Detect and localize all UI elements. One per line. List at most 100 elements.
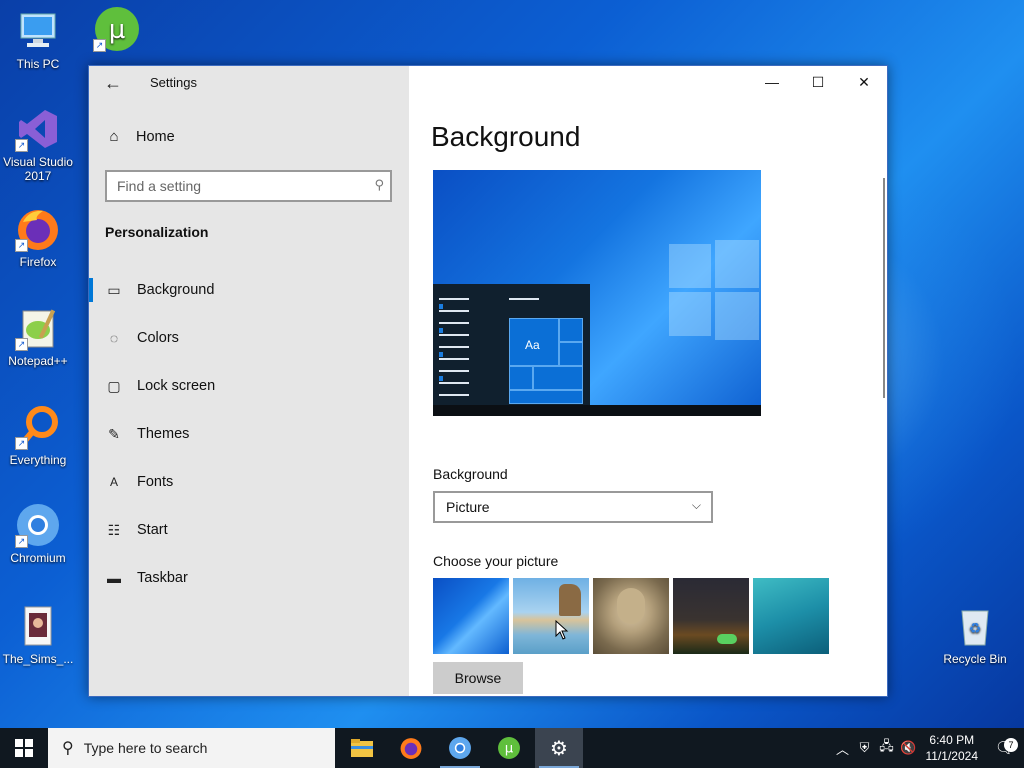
thumbnail-windows-blue[interactable] [433,578,509,654]
desktop-icon-visual-studio[interactable]: ↗ Visual Studio 2017 [0,106,76,183]
desktop-icon-chromium[interactable]: ↗ Chromium [0,502,76,565]
windows-start-icon [15,739,33,757]
content-scrollbar[interactable] [883,178,885,398]
clock-time: 6:40 PM [929,733,975,747]
chromium-icon: ↗ [15,502,61,548]
nav-home[interactable]: ⌂ Home [105,128,174,145]
preview-taskbar [433,405,761,416]
security-icon[interactable]: ⛨ [854,740,876,756]
background-label: Background [433,466,508,482]
chevron-down-icon: ⌵ [691,498,701,512]
clock[interactable]: 6:40 PM 11/1/2024 [926,732,979,764]
svg-text:µ: µ [505,741,514,757]
clock-date: 11/1/2024 [925,749,979,763]
recycle-bin-icon: ♻ [952,603,998,649]
chromium-icon [449,737,471,759]
desktop-icon-this-pc[interactable]: This PC [0,8,76,71]
browse-button[interactable]: Browse [433,662,523,694]
picture-thumbnails [433,578,833,654]
taskbar-icon: ▬ [107,570,121,586]
nav-item-background[interactable]: ▭ Background [89,266,409,314]
desktop-icon-utorrent[interactable]: µ ↗ [78,6,154,55]
shortcut-arrow-icon: ↗ [15,437,28,450]
shortcut-arrow-icon: ↗ [15,139,28,152]
desktop-icon-label: The_Sims_... [2,652,74,666]
close-button[interactable]: ✕ [841,66,887,98]
page-title: Background [431,121,581,152]
nav-item-start[interactable]: ☷ Start [89,506,409,554]
action-center-button[interactable]: 🗨 7 [986,738,1024,758]
thumbnail-underwater[interactable] [753,578,829,654]
utorrent-icon: µ [498,737,520,759]
file-explorer-icon [351,739,373,757]
taskbar-app-firefox[interactable] [387,728,435,768]
taskbar-search-box[interactable]: ⚲ Type here to search [48,728,335,768]
thumbnail-portrait[interactable] [593,578,669,654]
background-type-value: Picture [446,499,490,515]
picture-icon: ▭ [107,281,121,298]
nav-item-themes[interactable]: ✎ Themes [89,410,409,458]
shortcut-arrow-icon: ↗ [93,39,106,52]
utorrent-icon: µ ↗ [93,6,139,52]
nav-item-fonts[interactable]: A Fonts [89,458,409,506]
desktop-icon-label: Chromium [10,551,66,565]
desktop-icon-the-sims[interactable]: The_Sims_... [0,603,76,666]
computer-icon [15,8,61,54]
find-setting-input[interactable]: Find a setting ⚲ [105,170,392,202]
shortcut-arrow-icon: ↗ [15,239,28,252]
notification-count: 7 [1004,738,1018,752]
network-icon[interactable]: 🖧 [876,737,898,759]
mouse-cursor-icon [555,620,569,640]
preview-start-menu: Aa [433,284,590,416]
desktop-icon-label: Firefox [19,255,57,269]
desktop-icon-label: This PC [16,57,60,71]
minimize-button[interactable]: — [749,66,795,98]
file-icon [15,603,61,649]
desktop-icon-notepad-plus-plus[interactable]: ↗ Notepad++ [0,305,76,368]
back-arrow-icon: ← [104,72,122,93]
background-type-dropdown[interactable]: Picture ⌵ [433,491,713,523]
svg-text:♻: ♻ [969,621,982,637]
thumbnail-night-sky[interactable] [673,578,749,654]
fonts-icon: A [109,475,118,489]
show-hidden-icons-chevron-icon[interactable]: ︿ [832,739,854,758]
search-placeholder: Find a setting [117,178,202,194]
desktop-icon-label: Visual Studio 2017 [3,155,73,183]
desktop-icon-everything[interactable]: ↗ Everything [0,404,76,467]
volume-muted-icon[interactable]: 🔇 [898,740,920,756]
lock-screen-icon: ▢ [107,377,121,394]
desktop-icon-firefox[interactable]: ↗ Firefox [0,206,76,269]
caption-buttons: — ☐ ✕ [749,66,887,98]
desktop-icon-label: Everything [9,453,67,467]
svg-text:µ: µ [109,15,126,45]
taskbar-app-file-explorer[interactable] [338,728,386,768]
taskbar-app-settings[interactable]: ⚙ [535,728,583,768]
settings-window: ← Settings ⌂ Home Find a setting ⚲ Perso… [88,65,888,697]
taskbar-app-chromium[interactable] [436,728,484,768]
search-icon: ⚲ [374,177,384,192]
nav-item-taskbar[interactable]: ▬ Taskbar [89,554,409,602]
nav-item-colors[interactable]: ◌ Colors [89,314,409,362]
themes-icon: ✎ [108,425,120,442]
desktop-icon-recycle-bin[interactable]: ♻ Recycle Bin [937,603,1013,666]
start-button[interactable] [0,728,48,768]
shortcut-arrow-icon: ↗ [15,338,28,351]
preview-tile-text: Aa [525,338,540,352]
back-button[interactable]: ← [99,71,127,95]
app-title: Settings [150,75,197,90]
windows-logo-icon [669,240,759,340]
settings-gear-icon: ⚙ [550,737,568,760]
thumbnail-beach-rocks[interactable] [513,578,589,654]
firefox-icon: ↗ [15,206,61,252]
nav-item-lock-screen[interactable]: ▢ Lock screen [89,362,409,410]
choose-picture-label: Choose your picture [433,553,559,569]
nav-item-label: Themes [137,426,190,442]
maximize-icon: ☐ [811,73,825,90]
background-preview: Aa [433,170,761,416]
taskbar-app-utorrent[interactable]: µ [485,728,533,768]
nav-item-label: Taskbar [137,570,188,586]
close-icon: ✕ [858,73,870,90]
nav-item-label: Fonts [137,474,174,490]
maximize-button[interactable]: ☐ [795,66,841,98]
nav-item-label: Background [137,282,215,298]
